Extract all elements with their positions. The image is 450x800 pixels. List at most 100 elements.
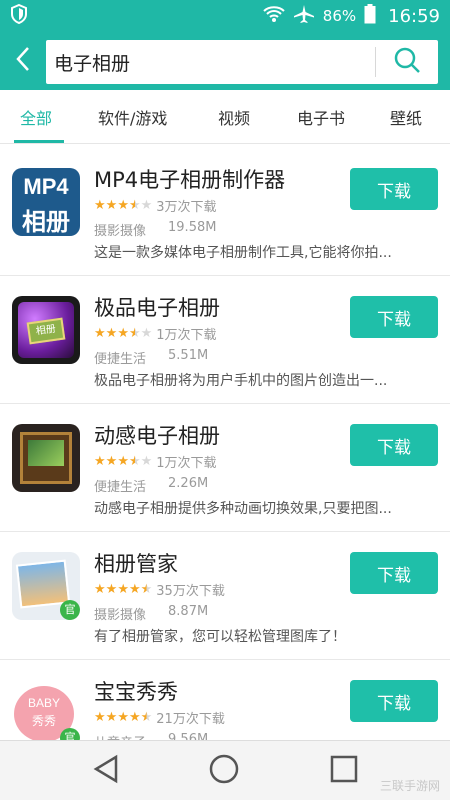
app-size: 5.51M: [168, 348, 209, 363]
search-input[interactable]: [46, 40, 375, 84]
star-icon: ★: [94, 582, 106, 597]
rating-line: ★ ★ ★ ★ ★ 1万次下载: [94, 324, 217, 343]
app-name: 宝宝秀秀: [94, 680, 178, 704]
icon-label: 秀秀: [31, 714, 56, 728]
search-button[interactable]: [376, 40, 438, 84]
app-category: 儿童亲子: [94, 732, 146, 740]
nav-home-button[interactable]: [206, 753, 242, 789]
square-recents-icon: [329, 754, 359, 788]
chevron-left-icon: [15, 46, 31, 76]
wifi-icon: [263, 5, 285, 27]
star-rating: ★ ★ ★ ★ ★: [94, 455, 152, 468]
star-rating: ★ ★ ★ ★ ★: [94, 711, 152, 724]
star-icon: ★: [105, 710, 118, 725]
list-item[interactable]: MP4 相册 MP4电子相册制作器 ★ ★ ★ ★ ★ 3万次下载 摄影摄像 19.58…: [0, 148, 450, 276]
star-icon: ★: [140, 326, 153, 341]
tab-video[interactable]: 视频: [218, 90, 250, 144]
app-description: 极品电子相册将为用户手机中的图片创造出一...: [94, 373, 388, 389]
star-icon: ★: [105, 582, 118, 597]
icon-label: 相册: [22, 208, 70, 236]
star-icon: ★: [105, 454, 118, 469]
battery-percent: 86%: [322, 7, 357, 25]
search-box: [46, 40, 438, 84]
airplane-icon: [293, 4, 315, 28]
app-name: 动感电子相册: [94, 424, 220, 448]
search-icon: [393, 46, 421, 78]
app-description: 这是一款多媒体电子相册制作工具,它能将你拍...: [94, 245, 392, 261]
app-name: 极品电子相册: [94, 296, 220, 320]
download-count: 1万次下载: [156, 456, 217, 471]
search-header: [0, 32, 450, 90]
download-button[interactable]: 下载: [350, 424, 438, 466]
nav-back-button[interactable]: [88, 753, 124, 789]
list-item[interactable]: 官 相册管家 ★ ★ ★ ★ ★ 35万次下载 摄影摄像 8.87M 有了相册管家，您可…: [0, 532, 450, 660]
official-badge: 官: [60, 600, 80, 620]
app-category: 摄影摄像: [94, 224, 147, 239]
meta-line: 便捷生活 2.26M: [94, 476, 208, 495]
star-icon: ★: [117, 326, 129, 341]
download-count: 21万次下载: [156, 712, 225, 727]
star-rating: ★ ★ ★ ★ ★: [94, 327, 152, 340]
app-category: 摄影摄像: [94, 608, 147, 623]
star-icon: ★: [105, 326, 118, 341]
app-category: 便捷生活: [94, 352, 147, 367]
nav-recents-button[interactable]: [326, 753, 362, 789]
meta-line: 摄影摄像 19.58M: [94, 220, 216, 239]
icon-photo: [15, 559, 71, 609]
app-icon: [12, 424, 80, 492]
star-rating: ★ ★ ★ ★ ★: [94, 199, 152, 212]
star-icon: ★: [94, 326, 106, 341]
app-size: 2.26M: [168, 476, 209, 491]
download-count: 1万次下载: [156, 328, 217, 343]
rating-line: ★ ★ ★ ★ ★ 21万次下载: [94, 708, 225, 727]
tab-software-games[interactable]: 软件/游戏: [98, 90, 167, 144]
rating-line: ★ ★ ★ ★ ★ 1万次下载: [94, 452, 217, 471]
star-icon: ★: [94, 710, 106, 725]
list-item[interactable]: 相册 极品电子相册 ★ ★ ★ ★ ★ 1万次下载 便捷生活 5.51M 极品电子相册将…: [0, 276, 450, 404]
rating-line: ★ ★ ★ ★ ★ 35万次下载: [94, 580, 225, 599]
icon-label: MP4: [23, 174, 69, 199]
download-count: 35万次下载: [156, 584, 225, 599]
download-button[interactable]: 下载: [350, 552, 438, 594]
tab-ebook[interactable]: 电子书: [297, 90, 345, 144]
app-size: 8.87M: [168, 604, 209, 619]
star-half-icon: ★: [140, 710, 153, 725]
category-tabs: 全部 软件/游戏 视频 电子书 壁纸: [0, 90, 450, 144]
battery-icon: [364, 4, 376, 28]
star-half-icon: ★: [128, 326, 141, 341]
icon-art: [28, 440, 64, 466]
list-item[interactable]: BABY 秀秀 官 宝宝秀秀 ★★★★★ 21万次下载 儿童亲子 9.56M 下…: [0, 660, 450, 740]
app-description: 动感电子相册提供多种动画切换效果,只要把图...: [94, 501, 392, 517]
star-half-icon: ★: [140, 582, 153, 597]
app-icon: 官: [12, 552, 80, 620]
app-icon: MP4 相册: [12, 168, 80, 236]
download-count: 3万次下载: [156, 200, 217, 215]
star-half-icon: ★: [128, 454, 141, 469]
app-icon: 相册: [12, 296, 80, 364]
star-icon: ★: [128, 582, 141, 597]
app-size: 9.56M: [168, 732, 209, 740]
back-button[interactable]: [0, 32, 46, 90]
status-bar: 86% 16:59: [0, 0, 450, 32]
list-item[interactable]: 动感电子相册 ★ ★ ★ ★ ★ 1万次下载 便捷生活 2.26M 动感电子相册提供多种…: [0, 404, 450, 532]
tab-wallpaper[interactable]: 壁纸: [390, 90, 422, 144]
tab-all[interactable]: 全部: [20, 90, 52, 144]
app-icon: BABY 秀秀 官: [12, 680, 80, 740]
meta-line: 儿童亲子 9.56M: [94, 732, 208, 740]
app-description: 有了相册管家，您可以轻松管理图库了！: [94, 629, 346, 645]
download-button[interactable]: 下载: [350, 296, 438, 338]
shield-icon: [10, 3, 28, 28]
star-icon: ★: [105, 198, 118, 213]
star-icon: ★: [140, 454, 153, 469]
app-category: 便捷生活: [94, 480, 147, 495]
star-icon: ★: [117, 710, 129, 725]
app-name: 相册管家: [94, 552, 178, 576]
status-time: 16:59: [388, 5, 440, 27]
star-icon: ★: [140, 198, 153, 213]
active-tab-indicator: [14, 140, 64, 143]
icon-label: BABY: [27, 696, 60, 710]
star-icon: ★: [117, 454, 129, 469]
app-list: MP4 相册 MP4电子相册制作器 ★ ★ ★ ★ ★ 3万次下载 摄影摄像 19.58…: [0, 148, 450, 740]
download-button[interactable]: 下载: [350, 680, 438, 722]
download-button[interactable]: 下载: [350, 168, 438, 210]
